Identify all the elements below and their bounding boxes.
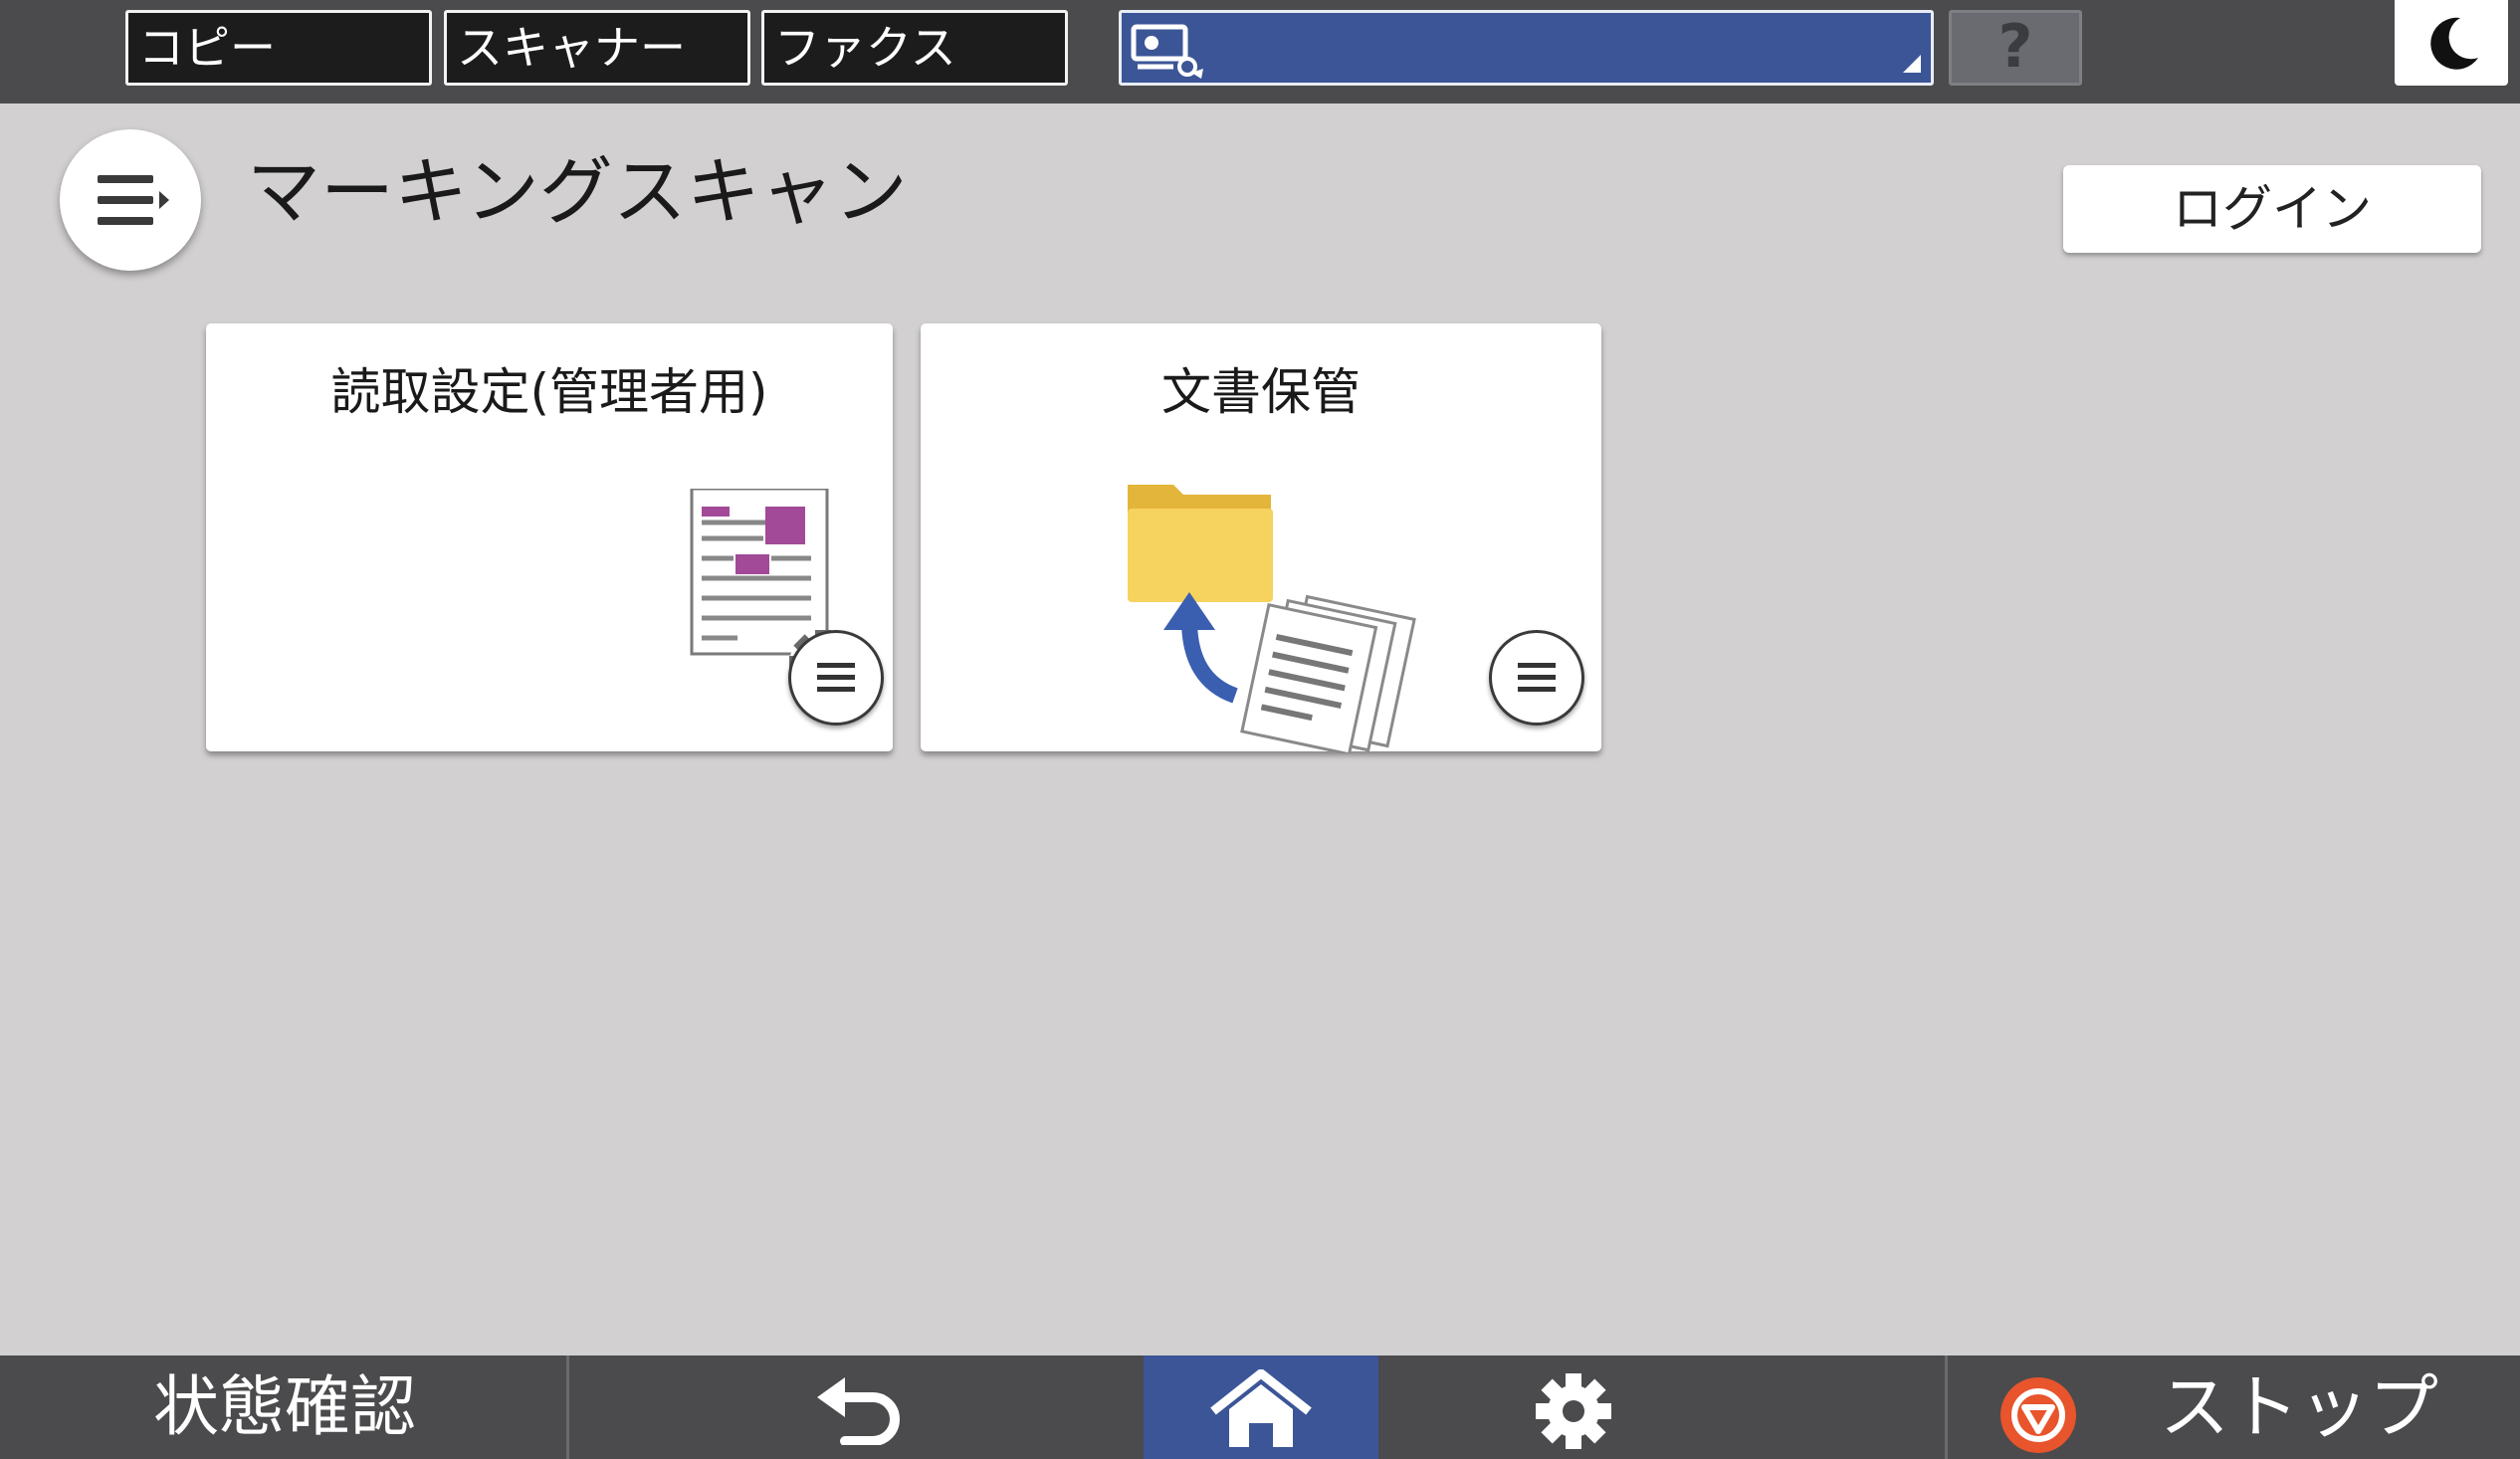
- scan-to-icon: [1131, 24, 1203, 79]
- stop-label: ストップ: [2160, 1366, 2438, 1448]
- back-arrow-icon: [817, 1377, 900, 1445]
- help-button[interactable]: ?: [1949, 10, 2082, 86]
- tile-label: 読取設定(管理者用): [330, 363, 768, 421]
- tab-fax[interactable]: ファクス: [761, 10, 1068, 86]
- app-menu-button[interactable]: [60, 129, 201, 271]
- status-check-label: 状態確認: [153, 1368, 416, 1445]
- bottom-bar: 状態確認 ストップ: [0, 1355, 2520, 1459]
- menu-list-icon: [98, 175, 169, 225]
- home-icon: [1210, 1369, 1312, 1447]
- list-icon: [1518, 663, 1556, 692]
- back-button[interactable]: [572, 1355, 1142, 1459]
- tile-menu-button[interactable]: [788, 630, 884, 726]
- stop-button[interactable]: ストップ: [1951, 1355, 2520, 1459]
- tab-copy[interactable]: コピー: [125, 10, 432, 86]
- tile-document-storage[interactable]: 文書保管: [921, 323, 1601, 753]
- control-panel-screen: コピー スキャナー ファクス ? マーキングスキャン ログイン 読取設定(管理者…: [0, 0, 2520, 1459]
- folder-upload-icon: [1128, 485, 1416, 753]
- tile-menu-button[interactable]: [1489, 630, 1584, 726]
- login-button[interactable]: ログイン: [2063, 165, 2481, 253]
- list-icon: [817, 663, 855, 692]
- gear-icon: [1536, 1373, 1611, 1449]
- sleep-button[interactable]: [2395, 0, 2508, 86]
- dropdown-corner-icon: [1903, 55, 1921, 73]
- home-button[interactable]: [1144, 1355, 1378, 1459]
- tile-scan-settings-admin[interactable]: 読取設定(管理者用): [206, 323, 893, 751]
- status-check-button[interactable]: 状態確認: [0, 1355, 569, 1459]
- top-bar: コピー スキャナー ファクス ?: [0, 0, 2520, 104]
- stop-icon: [2000, 1377, 2076, 1453]
- job-dropdown[interactable]: [1119, 10, 1934, 86]
- tab-scanner[interactable]: スキャナー: [444, 10, 750, 86]
- tile-label: 文書保管: [1161, 363, 1361, 421]
- settings-button[interactable]: [1380, 1355, 1948, 1459]
- moon-icon: [2430, 17, 2478, 70]
- page-title: マーキングスキャン: [247, 149, 908, 235]
